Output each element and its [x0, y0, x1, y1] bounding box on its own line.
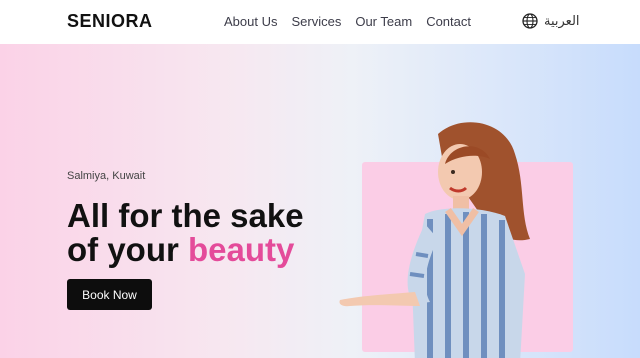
nav-services[interactable]: Services — [291, 14, 341, 29]
hero-headline: All for the sake of your beauty — [67, 199, 347, 267]
headline-accent: beauty — [188, 231, 295, 268]
globe-icon — [522, 13, 538, 29]
site-header: SENIORA About Us Services Our Team Conta… — [0, 0, 640, 44]
brand-logo[interactable]: SENIORA — [67, 11, 153, 32]
hero-model-image — [339, 122, 530, 358]
hero-location: Salmiya, Kuwait — [67, 170, 146, 182]
language-switcher[interactable]: العربية — [522, 13, 580, 29]
book-now-button[interactable]: Book Now — [67, 279, 152, 310]
language-label: العربية — [544, 13, 580, 28]
headline-line1: All for the sake — [67, 197, 304, 234]
headline-line2: of your — [67, 231, 188, 268]
nav-our-team[interactable]: Our Team — [355, 14, 412, 29]
hero-section: Salmiya, Kuwait All for the sake of your… — [0, 44, 640, 358]
nav-about-us[interactable]: About Us — [224, 14, 277, 29]
main-nav: About Us Services Our Team Contact — [224, 14, 471, 29]
nav-contact[interactable]: Contact — [426, 14, 471, 29]
